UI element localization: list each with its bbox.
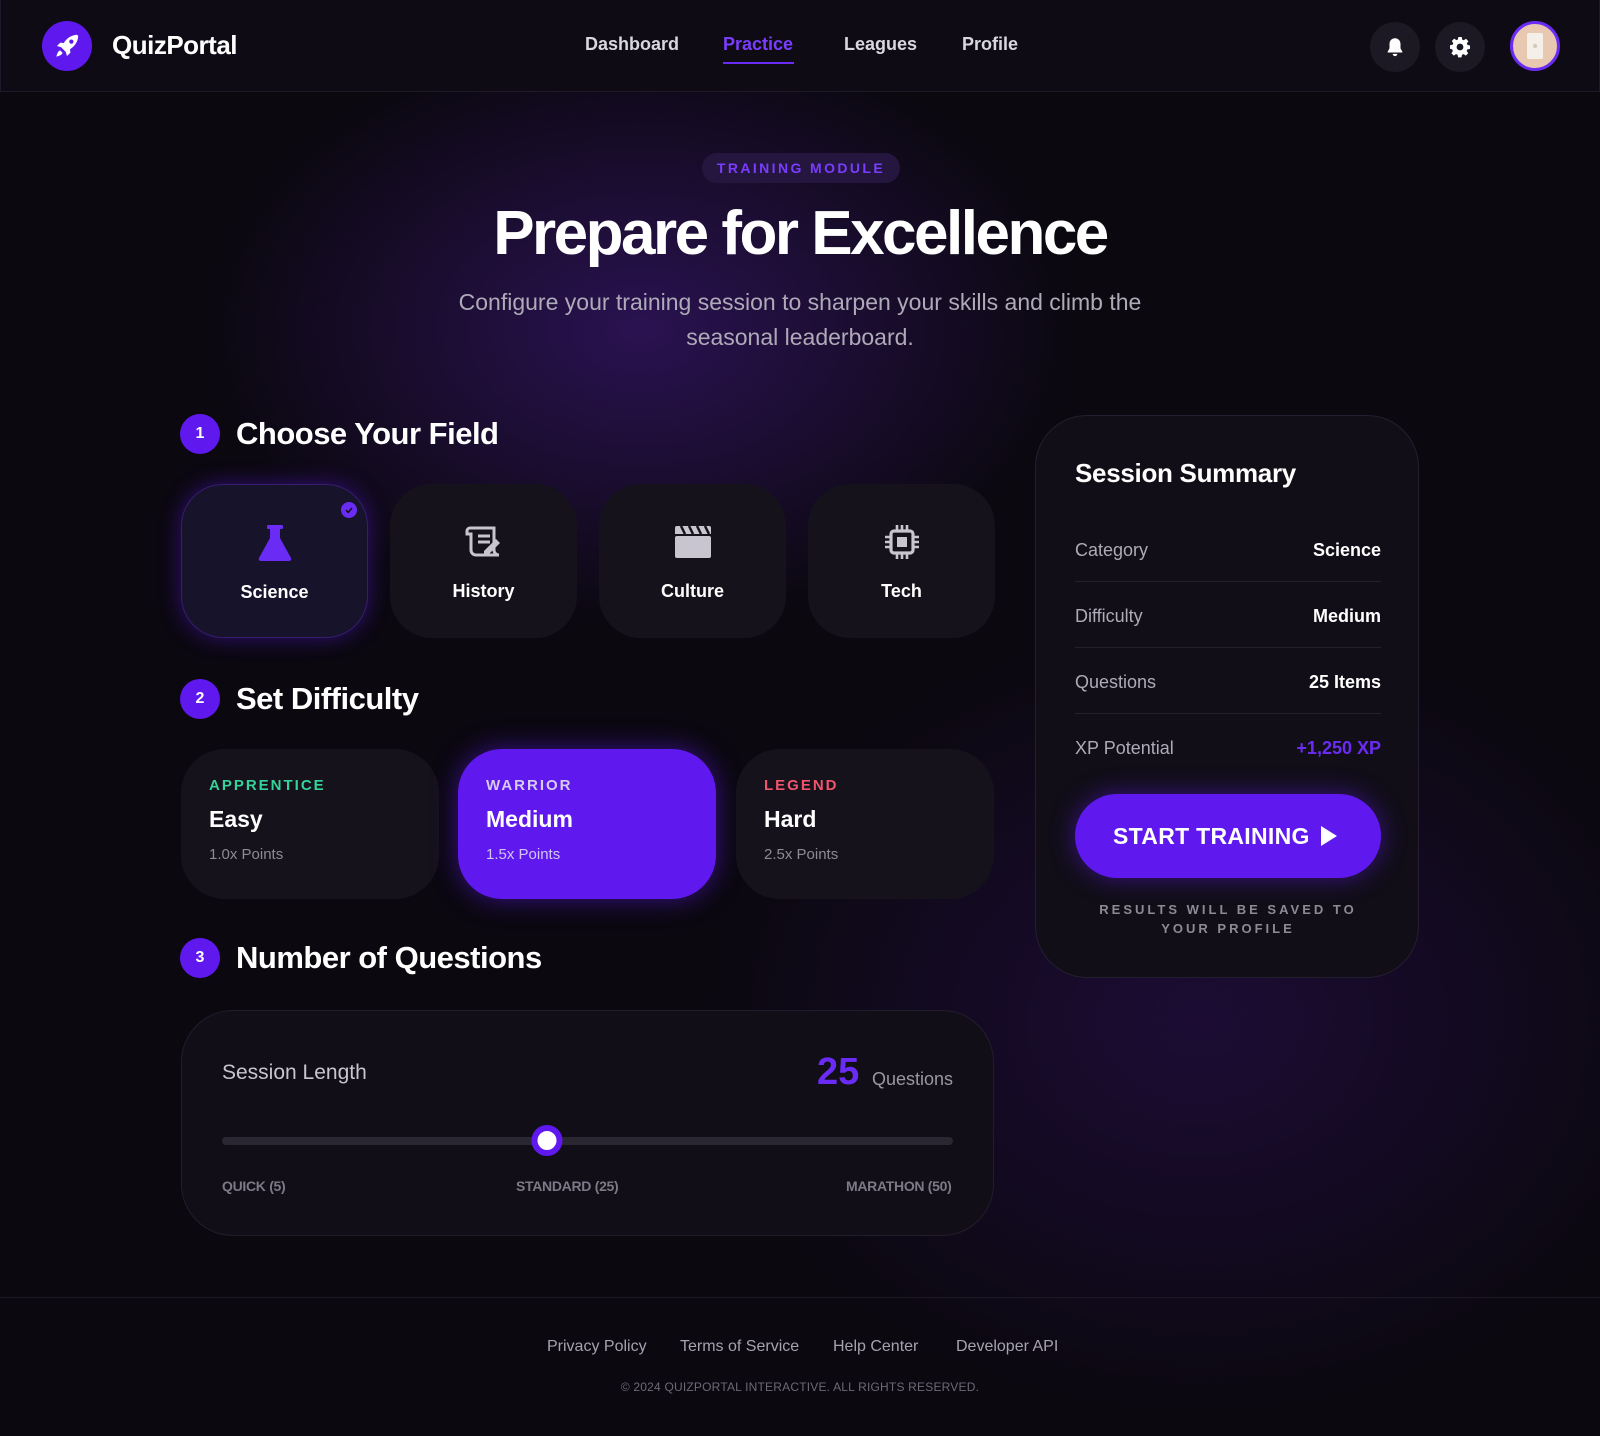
slider-tick-standard: STANDARD (25) (516, 1178, 619, 1194)
difficulty-name: Medium (486, 806, 573, 832)
summary-row-difficulty: Difficulty Medium (1075, 582, 1381, 648)
section-title-field: Choose Your Field (236, 416, 499, 451)
difficulty-card-easy[interactable]: APPRENTICE Easy 1.0x Points (181, 749, 439, 899)
summary-value-xp: +1,250 XP (1296, 738, 1381, 758)
active-nav-indicator (723, 62, 794, 64)
nav-dashboard[interactable]: Dashboard (585, 34, 679, 55)
clapperboard-icon (674, 525, 711, 558)
difficulty-tag: LEGEND (764, 777, 839, 794)
main-nav: Dashboard Practice Leagues Profile (1, 34, 1600, 64)
copyright: © 2024 QUIZPORTAL INTERACTIVE. ALL RIGHT… (620, 1380, 980, 1394)
field-label: Science (240, 582, 309, 602)
nav-profile[interactable]: Profile (962, 34, 1018, 55)
summary-row-xp: XP Potential +1,250 XP (1075, 714, 1381, 780)
session-summary-card: Session Summary Category Science Difficu… (1035, 415, 1419, 978)
step-number-1: 1 (180, 414, 220, 454)
difficulty-points: 1.0x Points (209, 846, 284, 863)
start-training-button[interactable]: START TRAINING (1075, 794, 1381, 878)
step-number-2: 2 (180, 679, 220, 719)
summary-key: Questions (1075, 672, 1157, 692)
nav-leagues[interactable]: Leagues (844, 34, 917, 55)
difficulty-points: 1.5x Points (486, 846, 561, 863)
summary-key: XP Potential (1075, 738, 1174, 758)
nav-practice[interactable]: Practice (723, 34, 793, 55)
difficulty-tag: WARRIOR (486, 777, 573, 794)
user-avatar-icon (1527, 33, 1543, 59)
difficulty-card-hard[interactable]: LEGEND Hard 2.5x Points (736, 749, 994, 899)
field-card-science[interactable]: Science (181, 484, 368, 638)
gear-icon (1450, 37, 1470, 58)
flask-icon (258, 525, 291, 561)
summary-value: Science (1312, 540, 1381, 560)
summary-row-questions: Questions 25 Items (1075, 648, 1381, 714)
session-length-label: Session Length (222, 1061, 367, 1084)
bell-icon (1387, 38, 1403, 57)
footer-divider (0, 1297, 1600, 1298)
start-training-label: START TRAINING (1113, 822, 1310, 849)
scroll-icon (465, 526, 500, 557)
footer-link-privacy[interactable]: Privacy Policy (547, 1338, 647, 1356)
page-subtitle: Configure your training session to sharp… (458, 289, 1142, 350)
difficulty-name: Easy (209, 806, 263, 832)
summary-key: Category (1075, 540, 1149, 560)
summary-note: RESULTS WILL BE SAVED TO YOUR PROFILE (1099, 902, 1357, 936)
field-card-culture[interactable]: Culture (599, 484, 786, 638)
difficulty-tag: APPRENTICE (209, 777, 326, 794)
training-module-badge: TRAINING MODULE (702, 153, 900, 183)
slider-thumb[interactable] (531, 1125, 563, 1156)
section-title-difficulty: Set Difficulty (236, 681, 419, 716)
chip-icon (884, 525, 919, 559)
field-label: History (452, 581, 515, 601)
footer-link-help[interactable]: Help Center (833, 1338, 918, 1356)
field-label: Culture (661, 581, 724, 601)
summary-row-category: Category Science (1075, 516, 1381, 582)
field-card-history[interactable]: History (390, 484, 577, 638)
summary-title: Session Summary (1075, 458, 1296, 488)
top-navbar: QuizPortal Dashboard Practice Leagues Pr… (0, 0, 1600, 92)
field-card-tech[interactable]: Tech (808, 484, 995, 638)
footer-link-terms[interactable]: Terms of Service (680, 1338, 799, 1356)
session-length-value: 25 (817, 1051, 860, 1093)
play-icon (1321, 826, 1337, 846)
avatar[interactable] (1510, 21, 1560, 71)
field-label: Tech (881, 581, 922, 601)
page-title: Prepare for Excellence (493, 199, 1109, 268)
summary-value: 25 Items (1308, 672, 1381, 692)
difficulty-card-medium[interactable]: WARRIOR Medium 1.5x Points (458, 749, 716, 899)
step-number-3: 3 (180, 938, 220, 978)
question-count-slider[interactable] (222, 1137, 953, 1145)
summary-value: Medium (1312, 606, 1381, 626)
notifications-button[interactable] (1370, 22, 1420, 72)
selected-check-icon (341, 502, 357, 518)
difficulty-points: 2.5x Points (764, 846, 839, 863)
slider-tick-quick: QUICK (5) (222, 1178, 286, 1194)
settings-button[interactable] (1435, 22, 1485, 72)
section-title-questions: Number of Questions (236, 940, 542, 975)
session-length-panel: Session Length 25 Questions QUICK (5) ST… (181, 1010, 994, 1236)
difficulty-name: Hard (764, 806, 817, 832)
summary-key: Difficulty (1075, 606, 1143, 626)
slider-tick-marathon: MARATHON (50) (846, 1178, 952, 1194)
footer-link-api[interactable]: Developer API (956, 1338, 1058, 1356)
session-length-unit: Questions (872, 1069, 954, 1089)
